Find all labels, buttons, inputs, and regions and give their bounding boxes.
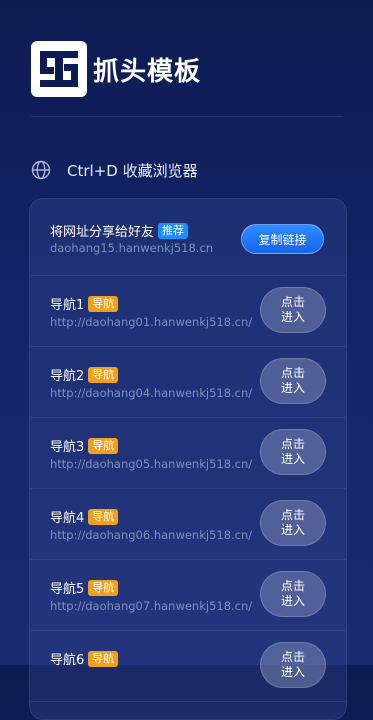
bookmark-hint: Ctrl+D 收藏浏览器 xyxy=(31,158,198,182)
nav-title-text: 导航3 xyxy=(50,440,85,455)
nav-row[interactable]: 导航6 导航 点击进入 xyxy=(30,631,346,702)
enter-button-label: 点击进入 xyxy=(280,579,305,608)
header: 抓头模板 xyxy=(31,40,201,98)
nav-title-text: 导航5 xyxy=(50,582,85,597)
nav-title: 导航6 导航 xyxy=(50,649,119,668)
enter-button[interactable]: 点击进入 xyxy=(260,571,326,617)
share-title-text: 将网址分享给好友 xyxy=(50,225,155,240)
enter-button[interactable]: 点击进入 xyxy=(260,429,326,475)
share-row: 将网址分享给好友 推荐 daohang15.hanwenkj518.cn 复制链… xyxy=(30,199,346,276)
nav-badge: 导航 xyxy=(88,295,119,312)
nav-url: http://daohang01.hanwenkj518.cn/ xyxy=(50,315,253,329)
header-divider xyxy=(31,116,343,117)
enter-button-label: 点击进入 xyxy=(280,508,305,537)
brand-title: 抓头模板 xyxy=(93,56,202,87)
nav-title-text: 导航1 xyxy=(50,298,85,313)
enter-button[interactable]: 点击进入 xyxy=(260,358,326,404)
nav-url: http://daohang07.hanwenkj518.cn/ xyxy=(50,599,253,613)
nav-title: 导航1 导航 xyxy=(50,294,119,313)
share-title: 将网址分享给好友 推荐 xyxy=(50,221,189,240)
bookmark-text: Ctrl+D 收藏浏览器 xyxy=(67,161,198,180)
logo-mark xyxy=(40,51,78,87)
globe-icon xyxy=(31,160,51,180)
enter-button-label: 点击进入 xyxy=(280,437,305,466)
recommend-badge: 推荐 xyxy=(158,222,189,239)
logo-icon[interactable] xyxy=(31,41,87,97)
nav-title: 导航5 导航 xyxy=(50,578,119,597)
enter-button-label: 点击进入 xyxy=(280,650,305,679)
copy-link-button[interactable]: 复制链接 xyxy=(241,224,324,254)
nav-url: http://daohang05.hanwenkj518.cn/ xyxy=(50,457,253,471)
nav-badge: 导航 xyxy=(88,437,119,454)
nav-title: 导航3 导航 xyxy=(50,436,119,455)
share-url: daohang15.hanwenkj518.cn xyxy=(50,241,214,255)
enter-button-label: 点击进入 xyxy=(280,295,305,324)
enter-button[interactable]: 点击进入 xyxy=(260,287,326,333)
nav-url: http://daohang06.hanwenkj518.cn/ xyxy=(50,528,253,542)
nav-badge: 导航 xyxy=(88,508,119,525)
enter-button-label: 点击进入 xyxy=(280,366,305,395)
nav-url: http://daohang04.hanwenkj518.cn/ xyxy=(50,386,253,400)
nav-title: 导航4 导航 xyxy=(50,507,119,526)
nav-card: 将网址分享给好友 推荐 daohang15.hanwenkj518.cn 复制链… xyxy=(29,198,347,720)
nav-title-text: 导航2 xyxy=(50,369,85,384)
nav-list: 导航1 导航 http://daohang01.hanwenkj518.cn/点击进… xyxy=(30,276,346,702)
nav-row[interactable]: 导航1 导航 http://daohang01.hanwenkj518.cn/点击进… xyxy=(30,276,346,347)
nav-row[interactable]: 导航5 导航 http://daohang07.hanwenkj518.cn/点击进… xyxy=(30,560,346,631)
nav-title-text: 导航6 xyxy=(50,653,85,668)
nav-row[interactable]: 导航4 导航 http://daohang06.hanwenkj518.cn/点击进… xyxy=(30,489,346,560)
enter-button[interactable]: 点击进入 xyxy=(260,500,326,546)
nav-row[interactable]: 导航3 导航 http://daohang05.hanwenkj518.cn/点击进… xyxy=(30,418,346,489)
nav-row[interactable]: 导航2 导航 http://daohang04.hanwenkj518.cn/点击进… xyxy=(30,347,346,418)
nav-badge: 导航 xyxy=(88,650,119,667)
nav-badge: 导航 xyxy=(88,579,119,596)
nav-title: 导航2 导航 xyxy=(50,365,119,384)
enter-button[interactable]: 点击进入 xyxy=(260,642,326,688)
nav-title-text: 导航4 xyxy=(50,511,85,526)
nav-badge: 导航 xyxy=(88,366,119,383)
